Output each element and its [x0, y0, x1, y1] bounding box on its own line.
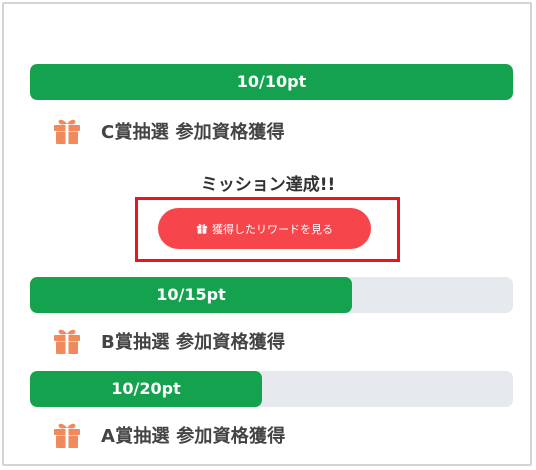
reward-label: C賞抽選 参加資格獲得 [101, 122, 285, 143]
gift-icon [54, 119, 80, 144]
view-reward-button[interactable]: 獲得したリワードを見る [158, 208, 371, 249]
progress-text: 10/20pt [111, 379, 181, 398]
progress-bar-tier-c: 10/10pt [30, 64, 513, 100]
reward-row-tier-c: C賞抽選 参加資格獲得 [52, 116, 285, 146]
gift-icon [54, 423, 80, 448]
progress-bar-tier-b: 10/15pt [30, 277, 513, 313]
gift-icon [196, 224, 208, 234]
reward-row-tier-b: B賞抽選 参加資格獲得 [52, 326, 285, 356]
progress-text: 10/15pt [156, 285, 226, 304]
view-reward-button-label: 獲得したリワードを見る [212, 222, 333, 236]
gift-icon [54, 329, 80, 354]
reward-row-tier-a: A賞抽選 参加資格獲得 [52, 420, 285, 450]
reward-label: A賞抽選 参加資格獲得 [101, 426, 286, 447]
reward-label: B賞抽選 参加資格獲得 [101, 332, 286, 353]
mission-status-text: ミッション達成!! [200, 175, 336, 195]
progress-text: 10/10pt [236, 72, 307, 91]
progress-bar-tier-a: 10/20pt [30, 371, 513, 407]
